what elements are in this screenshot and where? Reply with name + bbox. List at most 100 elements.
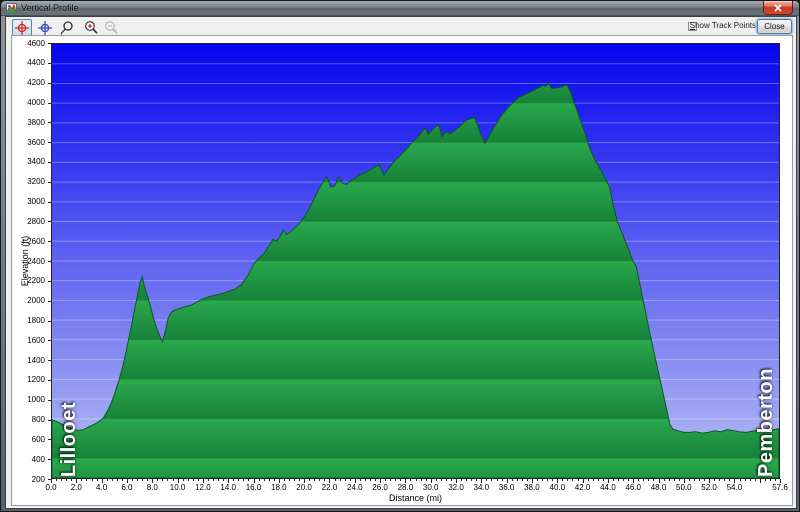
y-tick-label: 2400 bbox=[27, 256, 45, 266]
lasso-select-icon bbox=[60, 21, 73, 35]
y-tick bbox=[48, 300, 52, 302]
x-minor-tick bbox=[71, 479, 73, 481]
x-minor-tick bbox=[714, 479, 716, 481]
x-minor-tick bbox=[182, 479, 184, 481]
zoom-in-icon bbox=[85, 21, 98, 34]
window-title: Vertical Profile bbox=[21, 3, 79, 13]
y-tick-label: 1600 bbox=[27, 335, 45, 345]
x-minor-tick bbox=[142, 479, 144, 481]
x-minor-tick bbox=[390, 479, 392, 481]
window-close-button[interactable] bbox=[763, 1, 793, 15]
x-minor-tick bbox=[243, 479, 245, 481]
show-track-points-label[interactable]: Show Track Points bbox=[690, 21, 756, 30]
x-minor-tick bbox=[638, 479, 640, 481]
x-minor-tick bbox=[749, 479, 751, 481]
x-minor-tick bbox=[435, 479, 437, 481]
x-minor-tick bbox=[491, 479, 493, 481]
elevation-profile-plot[interactable]: Lillooet Pemberton bbox=[51, 43, 780, 479]
x-minor-tick bbox=[283, 479, 285, 481]
y-tick bbox=[48, 320, 52, 322]
y-tick bbox=[48, 419, 52, 421]
y-tick bbox=[48, 142, 52, 144]
x-minor-tick bbox=[137, 479, 139, 481]
y-tick-label: 3400 bbox=[27, 157, 45, 167]
y-tick-label: 3600 bbox=[27, 137, 45, 147]
x-minor-tick bbox=[769, 479, 771, 481]
y-tick-label: 2000 bbox=[27, 296, 45, 306]
track-pan-blue-icon bbox=[38, 21, 52, 35]
y-tick-label: 3200 bbox=[27, 177, 45, 187]
x-minor-tick bbox=[106, 479, 108, 481]
x-minor-tick bbox=[364, 479, 366, 481]
y-tick-label: 1200 bbox=[27, 375, 45, 385]
x-minor-tick bbox=[207, 479, 209, 481]
x-minor-tick bbox=[597, 479, 599, 481]
x-minor-tick bbox=[719, 479, 721, 481]
x-minor-tick bbox=[395, 479, 397, 481]
x-minor-tick bbox=[385, 479, 387, 481]
x-minor-tick bbox=[612, 479, 614, 481]
x-minor-tick bbox=[91, 479, 93, 481]
x-minor-tick bbox=[744, 479, 746, 481]
x-minor-tick bbox=[461, 479, 463, 481]
close-icon bbox=[774, 4, 782, 12]
x-minor-tick bbox=[192, 479, 194, 481]
x-minor-tick bbox=[359, 479, 361, 481]
x-minor-tick bbox=[309, 479, 311, 481]
x-minor-tick bbox=[147, 479, 149, 481]
x-minor-tick bbox=[526, 479, 528, 481]
y-tick-label: 1000 bbox=[27, 395, 45, 405]
y-tick-label: 2800 bbox=[27, 216, 45, 226]
x-minor-tick bbox=[213, 479, 214, 481]
x-minor-tick bbox=[643, 479, 645, 481]
x-minor-tick bbox=[132, 479, 133, 481]
y-tick bbox=[48, 241, 52, 243]
y-tick bbox=[48, 280, 52, 282]
x-minor-tick bbox=[440, 479, 442, 481]
x-minor-tick bbox=[466, 479, 468, 481]
x-minor-tick bbox=[167, 479, 169, 481]
y-tick bbox=[48, 201, 52, 203]
y-tick bbox=[48, 399, 52, 401]
x-minor-tick bbox=[233, 479, 235, 481]
y-tick bbox=[48, 161, 52, 163]
y-tick-label: 2200 bbox=[27, 276, 45, 286]
y-tick bbox=[48, 459, 52, 461]
x-minor-tick bbox=[111, 479, 113, 481]
x-minor-tick bbox=[774, 479, 776, 481]
x-minor-tick bbox=[673, 479, 675, 481]
x-minor-tick bbox=[334, 479, 336, 481]
x-minor-tick bbox=[552, 479, 554, 481]
x-minor-tick bbox=[369, 479, 371, 481]
client-area: Show Track Points Close Lillooet Pembert… bbox=[5, 16, 797, 509]
close-button[interactable]: Close bbox=[757, 19, 792, 34]
x-minor-tick bbox=[299, 479, 301, 481]
x-minor-tick bbox=[567, 479, 569, 481]
x-minor-tick bbox=[288, 479, 290, 481]
titlebar[interactable]: Vertical Profile bbox=[1, 1, 799, 16]
x-minor-tick bbox=[324, 479, 326, 481]
x-minor-tick bbox=[425, 479, 427, 481]
y-tick bbox=[48, 102, 52, 104]
x-minor-tick bbox=[501, 479, 503, 481]
x-minor-tick bbox=[238, 479, 240, 481]
y-tick bbox=[48, 62, 52, 64]
profile-chart-svg bbox=[52, 44, 779, 478]
y-tick bbox=[48, 439, 52, 441]
x-minor-tick bbox=[172, 479, 174, 481]
x-minor-tick bbox=[547, 479, 549, 481]
x-minor-tick bbox=[319, 479, 321, 481]
x-minor-tick bbox=[577, 479, 579, 481]
x-minor-tick bbox=[587, 479, 589, 481]
x-minor-tick bbox=[445, 479, 447, 481]
x-minor-tick bbox=[739, 479, 741, 481]
x-minor-tick bbox=[61, 479, 63, 481]
x-minor-tick bbox=[688, 479, 690, 481]
x-minor-tick bbox=[668, 479, 670, 481]
x-minor-tick bbox=[223, 479, 225, 481]
x-minor-tick bbox=[471, 479, 473, 481]
y-tick-label: 1800 bbox=[27, 316, 45, 325]
x-minor-tick bbox=[511, 479, 513, 481]
x-minor-tick bbox=[66, 479, 68, 481]
app-icon bbox=[6, 3, 17, 14]
